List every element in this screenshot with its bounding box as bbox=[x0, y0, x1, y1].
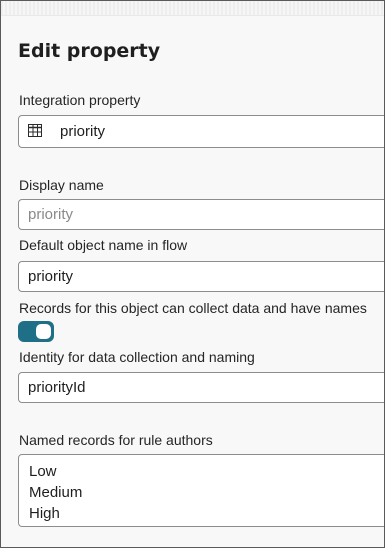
display-name-input[interactable]: priority bbox=[18, 199, 384, 230]
integration-property-field[interactable]: priority bbox=[18, 115, 384, 148]
panel-top-strip bbox=[1, 1, 384, 16]
default-object-name-value: priority bbox=[28, 268, 74, 285]
named-record-line: Low bbox=[29, 463, 57, 480]
default-object-name-label: Default object name in flow bbox=[19, 237, 188, 253]
collect-data-toggle[interactable] bbox=[18, 321, 54, 342]
named-record-line: High bbox=[29, 505, 60, 522]
identity-input[interactable]: priorityId bbox=[18, 372, 384, 403]
named-records-label: Named records for rule authors bbox=[19, 432, 213, 448]
identity-label: Identity for data collection and naming bbox=[19, 349, 255, 365]
display-name-placeholder: priority bbox=[28, 206, 74, 223]
named-records-textarea[interactable]: Low Medium High bbox=[18, 454, 384, 527]
integration-property-label: Integration property bbox=[19, 92, 141, 108]
edit-property-panel: Edit property Integration property prior… bbox=[0, 0, 385, 548]
toggle-knob bbox=[36, 324, 51, 339]
named-record-line: Medium bbox=[29, 484, 83, 501]
collect-data-label: Records for this object can collect data… bbox=[19, 300, 367, 316]
panel-title: Edit property bbox=[18, 40, 161, 62]
default-object-name-input[interactable]: priority bbox=[18, 261, 384, 292]
display-name-label: Display name bbox=[19, 177, 104, 193]
table-icon bbox=[28, 124, 42, 137]
identity-value: priorityId bbox=[28, 379, 86, 396]
named-records-lines: Low Medium High bbox=[29, 461, 82, 524]
integration-property-value: priority bbox=[60, 123, 106, 140]
